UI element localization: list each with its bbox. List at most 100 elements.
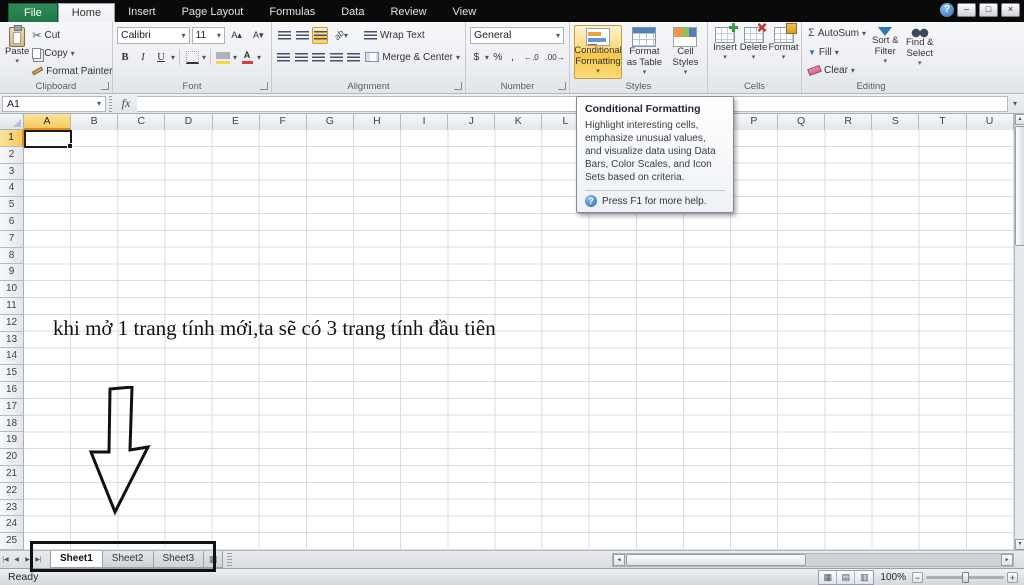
row-header-10[interactable]: 10 bbox=[0, 281, 24, 298]
scroll-right-icon[interactable]: ► bbox=[1001, 554, 1013, 566]
column-header-S[interactable]: S bbox=[872, 114, 920, 130]
wrap-text-button[interactable]: Wrap Text bbox=[362, 27, 427, 44]
fill-color-button[interactable] bbox=[215, 49, 231, 66]
number-dialog-launcher[interactable] bbox=[558, 82, 566, 90]
normal-view-icon[interactable]: ▦ bbox=[819, 570, 838, 584]
tab-view[interactable]: View bbox=[440, 3, 490, 22]
sheet-tab-sheet1[interactable]: Sheet1 bbox=[50, 551, 103, 568]
active-cell-selection[interactable] bbox=[24, 130, 73, 149]
column-header-B[interactable]: B bbox=[71, 114, 119, 130]
column-header-D[interactable]: D bbox=[165, 114, 213, 130]
row-header-2[interactable]: 2 bbox=[0, 146, 24, 164]
zoom-out-icon[interactable]: − bbox=[912, 571, 923, 583]
percent-format-button[interactable]: % bbox=[491, 49, 505, 66]
italic-button[interactable]: I bbox=[135, 49, 151, 66]
row-header-4[interactable]: 4 bbox=[0, 180, 24, 198]
column-header-P[interactable]: P bbox=[730, 114, 778, 130]
row-header-16[interactable]: 16 bbox=[0, 381, 24, 399]
copy-button[interactable]: Copy ▾ bbox=[30, 45, 114, 61]
column-header-Q[interactable]: Q bbox=[778, 114, 826, 130]
tab-review[interactable]: Review bbox=[377, 3, 439, 22]
format-as-table-button[interactable]: Format as Table ▾ bbox=[624, 25, 665, 79]
align-bottom-button[interactable] bbox=[312, 26, 328, 44]
column-header-U[interactable]: U bbox=[966, 114, 1014, 130]
row-header-5[interactable]: 5 bbox=[0, 197, 24, 214]
row-header-20[interactable]: 20 bbox=[0, 449, 24, 466]
row-header-19[interactable]: 19 bbox=[0, 432, 24, 450]
sheet-tab-sheet3[interactable]: Sheet3 bbox=[152, 551, 205, 568]
underline-button[interactable]: U bbox=[153, 49, 169, 66]
row-header-15[interactable]: 15 bbox=[0, 365, 24, 382]
row-header-24[interactable]: 24 bbox=[0, 516, 24, 534]
cell-styles-button[interactable]: Cell Styles ▾ bbox=[667, 25, 704, 79]
row-header-13[interactable]: 13 bbox=[0, 331, 24, 349]
horizontal-scrollbar[interactable]: ◄ ► bbox=[612, 553, 1014, 567]
tab-file[interactable]: File bbox=[8, 3, 58, 22]
align-center-button[interactable] bbox=[293, 49, 308, 66]
delete-cells-button[interactable]: Delete ▾ bbox=[739, 25, 768, 79]
expand-formula-bar-icon[interactable]: ▾ bbox=[1008, 96, 1022, 112]
scroll-up-icon[interactable]: ▲ bbox=[1015, 114, 1024, 125]
column-header-K[interactable]: K bbox=[495, 114, 543, 130]
clear-button[interactable]: Clear ▾ bbox=[806, 62, 868, 79]
column-header-R[interactable]: R bbox=[825, 114, 873, 130]
select-all-corner[interactable] bbox=[0, 114, 24, 130]
tab-data[interactable]: Data bbox=[328, 3, 377, 22]
row-header-7[interactable]: 7 bbox=[0, 230, 24, 248]
font-size-combo[interactable]: 11 ▾ bbox=[191, 26, 225, 44]
increase-decimal-button[interactable]: ←.0 bbox=[521, 49, 543, 66]
row-header-14[interactable]: 14 bbox=[0, 348, 24, 366]
row-header-6[interactable]: 6 bbox=[0, 213, 24, 231]
alignment-dialog-launcher[interactable] bbox=[454, 82, 462, 90]
zoom-level[interactable]: 100% bbox=[880, 572, 906, 583]
maximize-button[interactable]: □ bbox=[979, 3, 998, 17]
font-color-button[interactable]: A bbox=[239, 49, 255, 66]
fill-color-dropdown-icon[interactable]: ▾ bbox=[233, 53, 237, 62]
tab-split-handle[interactable] bbox=[227, 552, 233, 567]
comma-format-button[interactable]: , bbox=[507, 49, 519, 66]
last-sheet-icon[interactable]: ▶| bbox=[33, 553, 44, 567]
row-header-18[interactable]: 18 bbox=[0, 415, 24, 433]
format-cells-button[interactable]: Format ▾ bbox=[768, 23, 799, 79]
row-header-17[interactable]: 17 bbox=[0, 398, 24, 416]
insert-function-button[interactable]: fx bbox=[115, 96, 137, 112]
next-sheet-icon[interactable]: ▶ bbox=[22, 553, 33, 567]
formula-input[interactable] bbox=[137, 95, 1008, 112]
align-right-button[interactable] bbox=[311, 49, 326, 66]
row-header-8[interactable]: 8 bbox=[0, 247, 24, 265]
row-header-25[interactable]: 25 bbox=[0, 533, 24, 550]
name-box-separator[interactable] bbox=[109, 95, 112, 112]
minimize-button[interactable]: – bbox=[957, 3, 976, 17]
font-color-dropdown-icon[interactable]: ▾ bbox=[257, 53, 261, 62]
name-box[interactable]: A1 ▾ bbox=[2, 95, 106, 112]
tab-insert[interactable]: Insert bbox=[115, 3, 169, 22]
column-header-G[interactable]: G bbox=[306, 114, 354, 130]
column-header-E[interactable]: E bbox=[212, 114, 260, 130]
column-header-F[interactable]: F bbox=[259, 114, 307, 130]
borders-button[interactable] bbox=[184, 49, 200, 66]
tab-page-layout[interactable]: Page Layout bbox=[169, 3, 257, 22]
page-break-view-icon[interactable]: ▥ bbox=[855, 571, 873, 584]
shrink-font-button[interactable]: A▾ bbox=[248, 27, 268, 44]
scroll-left-icon[interactable]: ◄ bbox=[613, 554, 625, 566]
sheet-tab-sheet2[interactable]: Sheet2 bbox=[101, 551, 154, 568]
column-header-A[interactable]: A bbox=[24, 114, 72, 130]
insert-cells-button[interactable]: Insert ▾ bbox=[712, 25, 738, 79]
horizontal-scrollbar-thumb[interactable] bbox=[626, 554, 806, 566]
row-header-3[interactable]: 3 bbox=[0, 163, 24, 181]
grow-font-button[interactable]: A▴ bbox=[227, 27, 247, 44]
currency-dropdown-icon[interactable]: ▾ bbox=[485, 53, 489, 62]
font-name-combo[interactable]: Calibri ▾ bbox=[117, 26, 190, 44]
first-sheet-icon[interactable]: |◀ bbox=[0, 553, 11, 567]
column-header-I[interactable]: I bbox=[401, 114, 449, 130]
tab-home[interactable]: Home bbox=[57, 3, 116, 22]
column-header-J[interactable]: J bbox=[448, 114, 496, 130]
format-painter-button[interactable]: Format Painter bbox=[30, 63, 114, 79]
vertical-scrollbar[interactable]: ▲ ▼ bbox=[1014, 114, 1024, 550]
find-select-button[interactable]: Find & Select ▾ bbox=[902, 25, 937, 79]
cut-button[interactable]: ✂ Cut bbox=[30, 27, 114, 43]
increase-indent-button[interactable] bbox=[346, 49, 361, 66]
merge-center-button[interactable]: Merge & Center ▾ bbox=[363, 49, 462, 66]
column-header-H[interactable]: H bbox=[353, 114, 401, 130]
zoom-thumb[interactable] bbox=[962, 571, 969, 583]
